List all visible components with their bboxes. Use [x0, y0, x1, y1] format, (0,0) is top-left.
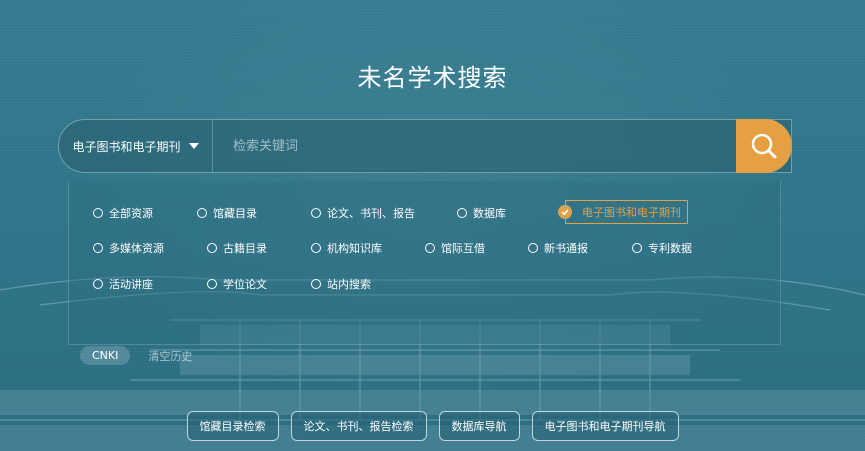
option-patents[interactable]: 专利数据	[632, 240, 692, 256]
option-interlibrary-loan[interactable]: 馆际互借	[425, 240, 485, 256]
history-item[interactable]: CNKI	[80, 346, 131, 365]
search-button[interactable]	[736, 119, 792, 173]
option-papers-books-reports[interactable]: 论文、书刊、报告	[311, 205, 415, 221]
option-label: 学位论文	[223, 278, 267, 291]
radio-icon	[93, 243, 103, 253]
radio-icon	[311, 243, 321, 253]
quick-link-papers-search[interactable]: 论文、书刊、报告检索	[290, 411, 427, 441]
option-label: 数据库	[473, 207, 506, 220]
radio-icon	[197, 208, 207, 218]
radio-icon	[632, 243, 642, 253]
radio-icon	[311, 208, 321, 218]
option-all-resources[interactable]: 全部资源	[93, 205, 153, 221]
quick-link-ebooks-nav[interactable]: 电子图书和电子期刊导航	[531, 411, 679, 441]
option-databases[interactable]: 数据库	[457, 205, 506, 221]
option-label: 古籍目录	[223, 242, 267, 255]
search-scope-dropdown[interactable]: 电子图书和电子期刊	[59, 120, 213, 172]
resource-options-panel: 全部资源 馆藏目录 论文、书刊、报告 数据库 电子图书和电子期刊 多媒体资源 古…	[68, 181, 781, 345]
option-events-lectures[interactable]: 活动讲座	[93, 276, 153, 292]
option-label: 活动讲座	[109, 278, 153, 291]
radio-icon	[93, 279, 103, 289]
search-bar: 电子图书和电子期刊	[58, 119, 792, 173]
option-label: 站内搜索	[327, 278, 371, 291]
radio-icon	[528, 243, 538, 253]
option-theses[interactable]: 学位论文	[207, 276, 267, 292]
radio-icon	[457, 208, 467, 218]
search-icon	[751, 133, 777, 159]
option-site-search[interactable]: 站内搜索	[311, 276, 371, 292]
option-institutional-repository[interactable]: 机构知识库	[311, 240, 382, 256]
search-scope-label: 电子图书和电子期刊	[72, 139, 181, 154]
option-label: 专利数据	[648, 242, 692, 255]
option-new-books[interactable]: 新书通报	[528, 240, 588, 256]
quick-link-catalog-search[interactable]: 馆藏目录检索	[186, 411, 279, 441]
radio-icon	[425, 243, 435, 253]
option-multimedia[interactable]: 多媒体资源	[93, 240, 164, 256]
option-label: 馆藏目录	[213, 207, 257, 220]
option-label: 机构知识库	[327, 242, 382, 255]
clear-history-link[interactable]: 清空历史	[148, 348, 192, 364]
check-icon	[558, 205, 572, 219]
radio-icon	[207, 279, 217, 289]
caret-down-icon	[188, 143, 199, 149]
option-label: 馆际互借	[441, 242, 485, 255]
search-input[interactable]	[213, 120, 791, 172]
page-title: 未名学术搜索	[357, 64, 508, 92]
radio-icon	[93, 208, 103, 218]
option-ebooks-ejournals[interactable]: 电子图书和电子期刊	[558, 200, 688, 224]
option-label: 多媒体资源	[109, 242, 164, 255]
search-history: CNKI 清空历史	[80, 346, 192, 365]
option-ancient-books[interactable]: 古籍目录	[207, 240, 267, 256]
option-label: 电子图书和电子期刊	[582, 206, 681, 219]
option-label: 全部资源	[109, 207, 153, 220]
radio-icon	[207, 243, 217, 253]
quick-link-database-nav[interactable]: 数据库导航	[438, 411, 520, 441]
quick-links: 馆藏目录检索 论文、书刊、报告检索 数据库导航 电子图书和电子期刊导航	[0, 411, 865, 441]
option-label: 论文、书刊、报告	[327, 207, 415, 220]
option-label: 新书通报	[544, 242, 588, 255]
option-catalog[interactable]: 馆藏目录	[197, 205, 257, 221]
radio-icon	[311, 279, 321, 289]
